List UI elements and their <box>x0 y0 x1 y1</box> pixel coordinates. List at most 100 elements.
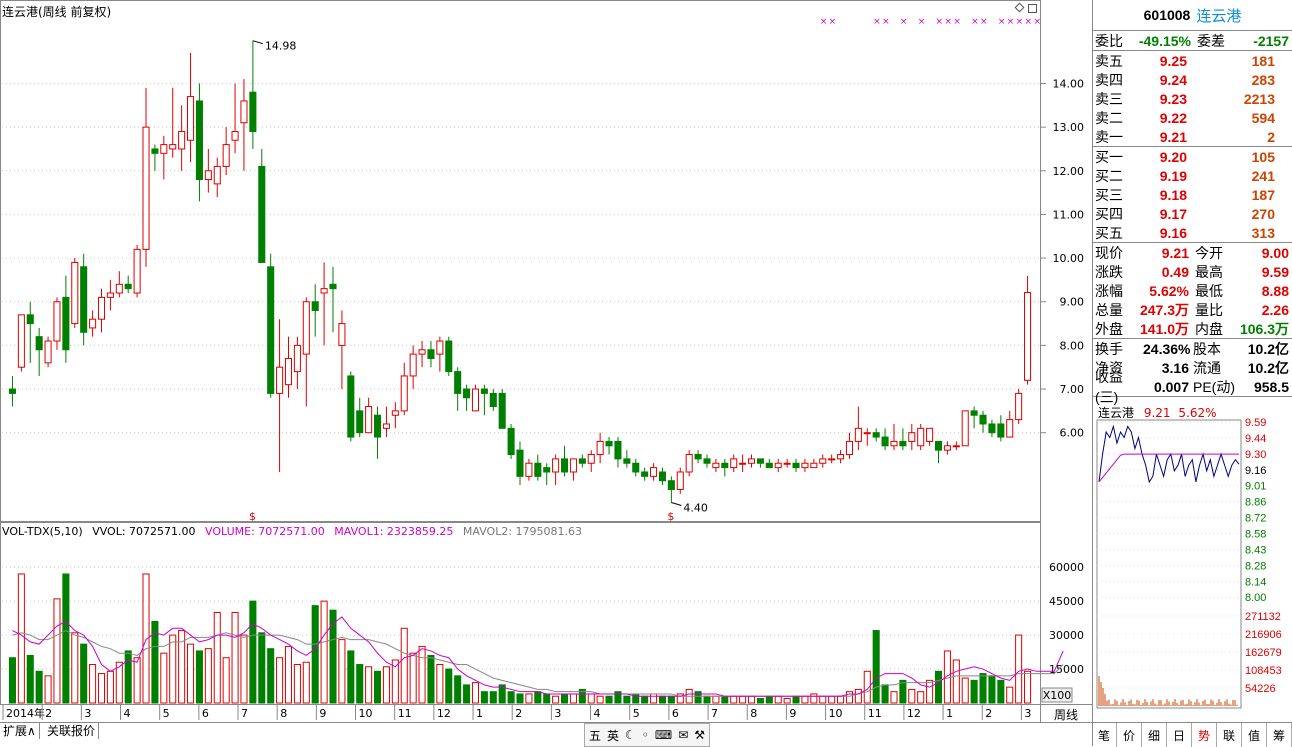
candle-body <box>872 432 880 438</box>
toolbar-icon[interactable]: ◦ <box>642 728 649 742</box>
month-label: 9 <box>789 707 796 720</box>
toolbar-icon[interactable]: ⚒ <box>694 728 705 742</box>
stat-value: 0.49 <box>1161 263 1189 280</box>
right-tab[interactable]: 细 <box>1142 723 1167 747</box>
volume-bar <box>160 652 168 704</box>
volume-bar <box>961 677 969 704</box>
bid-row[interactable]: 买二 9.19 241 <box>1093 166 1292 185</box>
bid-row[interactable]: 买一 9.20 105 <box>1093 147 1292 166</box>
bid-row[interactable]: 买四 9.17 270 <box>1093 204 1292 223</box>
bid-row[interactable]: 买三 9.18 187 <box>1093 185 1292 204</box>
candle-body <box>356 410 364 434</box>
volume-bar <box>356 664 364 704</box>
fundamental-row: 收益(三) 0.007 PE(动) 958.5 <box>1093 369 1292 405</box>
toolbar-icon[interactable]: 英 <box>607 727 619 744</box>
volume-bar <box>222 657 230 704</box>
stat-label2: 今开 <box>1195 244 1223 261</box>
right-tab[interactable]: 值 <box>1242 723 1267 747</box>
right-tab[interactable]: 筹 <box>1267 723 1292 747</box>
right-tab[interactable]: 价 <box>1117 723 1142 747</box>
diff-label: 委差 <box>1197 32 1225 49</box>
volume-bar <box>187 643 195 704</box>
candle-body <box>133 248 141 294</box>
toolbar-icon[interactable]: ☾ <box>625 728 636 742</box>
candle-body <box>382 423 390 429</box>
low-label: 4.40 <box>683 502 708 515</box>
stat-value: 5.62% <box>1149 282 1189 299</box>
bid-row[interactable]: 买五 9.16 313 <box>1093 223 1292 242</box>
ask-row[interactable]: 卖一 9.21 2 <box>1093 127 1292 146</box>
volume-bar <box>783 697 791 704</box>
restore-icon[interactable] <box>1028 4 1037 13</box>
volume-bar <box>845 691 853 704</box>
volume-bar <box>8 657 16 704</box>
stat-value2: 9.00 <box>1261 244 1289 261</box>
volume-bar <box>400 627 408 704</box>
toolbar-icon[interactable]: 五 <box>589 727 601 744</box>
candle-body <box>979 414 987 425</box>
top-x-mark: × <box>873 17 881 27</box>
period-label[interactable]: 周线 <box>1054 706 1078 723</box>
candle-body <box>756 458 764 464</box>
candle-body <box>71 261 79 325</box>
ask-row[interactable]: 卖四 9.24 283 <box>1093 70 1292 89</box>
kline-svg[interactable]: 14.00 13.00 12.00 11.00 10.00 9.00 8.00 7.00 6.0… <box>0 0 1092 722</box>
mini-vol-label: 162679 <box>1245 647 1282 659</box>
candle-body <box>436 340 444 355</box>
volume-bar <box>801 695 809 704</box>
month-label: 3 <box>84 707 91 720</box>
ask-row[interactable]: 卖三 9.23 2213 <box>1093 89 1292 108</box>
right-tab[interactable]: 势 <box>1192 723 1217 747</box>
volume-bar <box>80 643 88 704</box>
top-x-mark: × <box>820 17 828 27</box>
candle-body <box>365 406 373 434</box>
candle-body <box>204 170 212 181</box>
candle-body <box>596 440 604 456</box>
vol-unit-label: X100 <box>1043 689 1072 702</box>
candle-body <box>249 91 257 132</box>
month-label: 6 <box>672 707 679 720</box>
toolbar-icon[interactable]: ⌨ <box>655 728 672 742</box>
volume-bar <box>747 695 756 704</box>
stat-value: 247.3万 <box>1139 301 1189 318</box>
candle-body <box>276 366 284 394</box>
volume-bar <box>979 673 987 704</box>
bid-label: 买二 <box>1095 167 1123 184</box>
top-x-mark: × <box>900 17 908 27</box>
candle-body <box>952 445 960 448</box>
ask-price: 9.24 <box>1159 71 1187 88</box>
volume-bar <box>534 691 542 704</box>
top-x-mark: × <box>1016 17 1024 27</box>
top-x-mark: × <box>829 17 837 27</box>
related-quote-tab[interactable]: 关联报价 <box>44 723 100 739</box>
bid-volume: 313 <box>1251 224 1275 241</box>
fundamental-label2: 股本 <box>1193 340 1221 357</box>
intraday-mini-chart[interactable]: 9.59 9.44 9.30 9.16 9.01 8.86 8.72 8.58 8.43 8.28… <box>1093 404 1292 716</box>
stats-block: 现价 9.21 今开 9.00 涨跌 0.49 最高 9.59 涨幅 5.62% 最低 8.88 总量 2… <box>1093 243 1292 339</box>
volume-bar <box>854 688 862 704</box>
fundamental-value2: 10.2亿 <box>1247 359 1289 376</box>
ask-row[interactable]: 卖二 9.22 594 <box>1093 108 1292 127</box>
month-label: 12 <box>907 707 921 720</box>
stat-value: 9.21 <box>1161 244 1189 261</box>
bid-label: 买四 <box>1095 205 1123 222</box>
candle-body <box>293 344 301 373</box>
volume-bar <box>463 684 471 704</box>
volume-bar <box>267 648 275 704</box>
stock-name: 连云港 <box>1196 7 1242 25</box>
candle-body <box>178 130 186 150</box>
candle-body <box>311 301 319 311</box>
right-tab[interactable]: 笔 <box>1092 723 1117 747</box>
right-tab[interactable]: 联 <box>1217 723 1242 747</box>
expand-tab[interactable]: 扩展∧ <box>0 723 40 739</box>
month-label: 7 <box>241 707 248 720</box>
right-tab[interactable]: 日 <box>1167 723 1192 747</box>
candle-body <box>115 283 123 294</box>
ratio-value: -49.15% <box>1138 32 1191 49</box>
kline-chart-area[interactable]: 14.00 13.00 12.00 11.00 10.00 9.00 8.00 7.00 6.0… <box>0 0 1092 722</box>
volume-bar <box>480 691 488 704</box>
candle-body <box>881 436 889 447</box>
ask-row[interactable]: 卖五 9.25 181 <box>1093 51 1292 70</box>
fundamental-value2: 958.5 <box>1253 378 1289 395</box>
toolbar-icon[interactable]: ✉ <box>678 728 688 742</box>
